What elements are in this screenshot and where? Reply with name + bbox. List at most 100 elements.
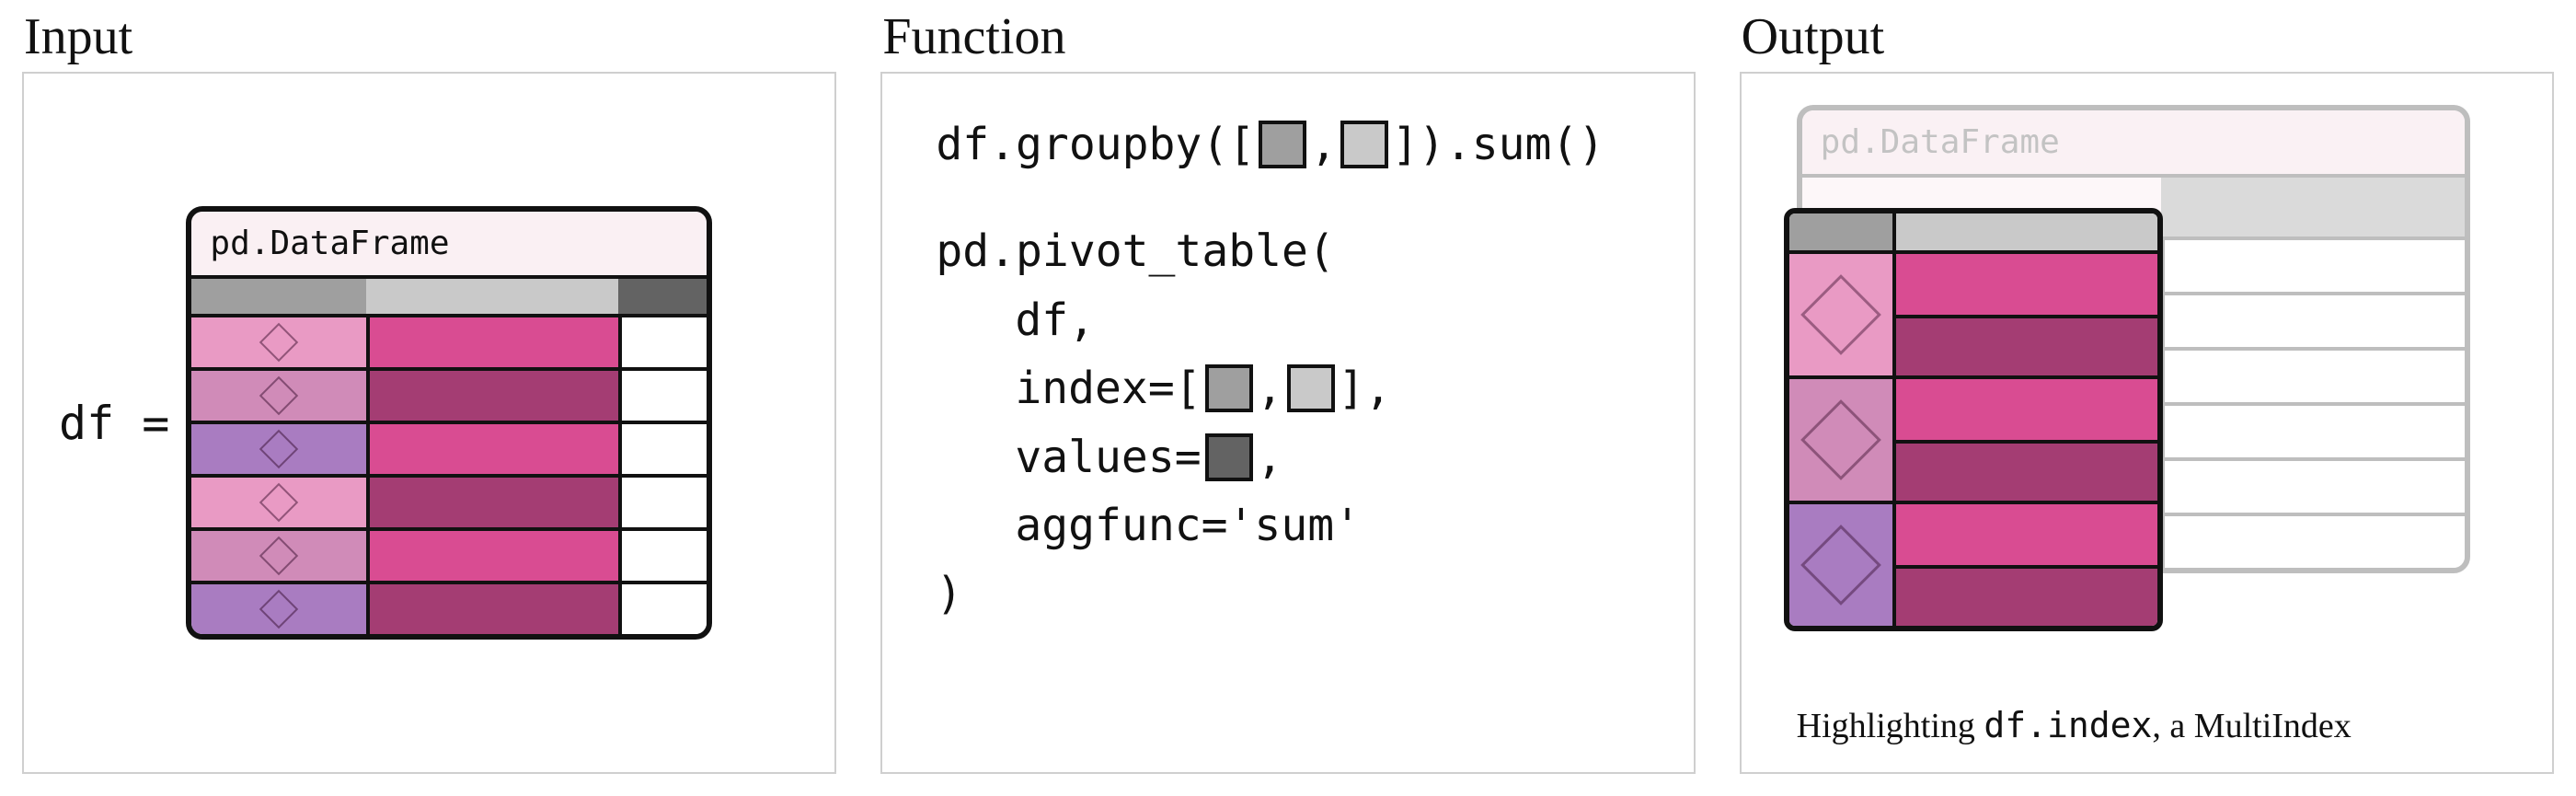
column-placeholder-icon [1205, 433, 1253, 481]
index-group [1789, 250, 2157, 375]
diamond-icon [259, 483, 298, 522]
heading-function: Function [882, 7, 1695, 66]
diamond-icon [259, 376, 298, 415]
index-cell [191, 584, 366, 634]
diamond-icon [1800, 525, 1881, 606]
code-text: df, [1015, 286, 1095, 354]
value-cell [366, 424, 618, 474]
col-function: Function df.groupby([ , ]).sum() pd.pivo… [858, 0, 1717, 796]
value-cell [366, 531, 618, 581]
index-cell [191, 424, 366, 474]
index-group [1789, 501, 2157, 626]
value-cell-blank [618, 424, 707, 474]
value-cell-blank [618, 371, 707, 421]
code-pivot-open: pd.pivot_table( [936, 217, 1656, 285]
output-content: pd.DataFrame [1742, 74, 2552, 772]
bg-cell-right [2161, 406, 2465, 457]
value-cells [1892, 504, 2157, 626]
diamond-icon [259, 430, 298, 468]
value-cell-blank [618, 317, 707, 367]
table-row [191, 421, 707, 474]
code-pivot-index: index=[ , ], [936, 354, 1656, 422]
code-pivot-values: values= , [936, 423, 1656, 491]
value-cell [366, 317, 618, 367]
value-cell [1896, 565, 2157, 629]
output-caption: Highlighting df.index, a MultiIndex [1797, 705, 2352, 746]
code-text: ]).sum() [1392, 110, 1604, 179]
value-cell-blank [618, 584, 707, 634]
code-pivot-close: ) [936, 560, 1656, 628]
value-cell [1896, 315, 2157, 379]
caption-code: df.index [1984, 705, 2152, 745]
code-text: , [1257, 354, 1283, 422]
function-code: df.groupby([ , ]).sum() pd.pivot_table( … [882, 74, 1693, 772]
diamond-icon [1800, 399, 1881, 480]
fg-header-col-2 [1892, 213, 2157, 250]
code-text: aggfunc='sum' [1015, 491, 1361, 560]
diamond-icon [259, 323, 298, 362]
value-cell [366, 371, 618, 421]
value-cell [1896, 379, 2157, 440]
value-cell-blank [618, 478, 707, 527]
bg-cell-right [2161, 461, 2465, 513]
value-cell-blank [618, 531, 707, 581]
diamond-icon [259, 590, 298, 629]
input-dataframe-card: pd.DataFrame [186, 206, 712, 640]
index-cell [191, 317, 366, 367]
code-text: pd.pivot_table( [936, 217, 1334, 285]
header-col-2 [366, 279, 618, 314]
value-cell [366, 584, 618, 634]
table-row [191, 527, 707, 581]
table-row [191, 314, 707, 367]
bg-cell-right [2161, 351, 2465, 402]
value-cell [366, 478, 618, 527]
input-content: df = pd.DataFrame [24, 74, 834, 772]
caption-text: , a MultiIndex [2152, 707, 2351, 745]
heading-output: Output [1742, 7, 2554, 66]
input-dataframe-label: pd.DataFrame [191, 212, 707, 279]
column-placeholder-icon [1259, 121, 1306, 168]
index-cell [1789, 504, 1892, 626]
column-placeholder-icon [1340, 121, 1388, 168]
output-fg-header [1789, 213, 2157, 250]
column-placeholder-icon [1287, 364, 1335, 412]
table-row [191, 367, 707, 421]
value-cells [1892, 254, 2157, 375]
value-cell [1896, 440, 2157, 504]
index-cell [191, 371, 366, 421]
code-text: ) [936, 560, 962, 628]
header-col-3 [618, 279, 707, 314]
code-text: , [1257, 423, 1283, 491]
bg-cell-right [2161, 295, 2465, 347]
table-row [191, 581, 707, 634]
panel-output: pd.DataFrame [1740, 72, 2554, 774]
caption-text: Highlighting [1797, 707, 1984, 745]
heading-input: Input [24, 7, 836, 66]
triptych: Input df = pd.DataFrame Function [0, 0, 2576, 796]
col-input: Input df = pd.DataFrame [0, 0, 858, 796]
index-group [1789, 375, 2157, 501]
code-text: index=[ [1015, 354, 1201, 422]
bg-cell-right [2161, 240, 2465, 292]
code-text: , [1310, 110, 1337, 179]
code-text: df.groupby([ [936, 110, 1255, 179]
bg-cell-right [2161, 516, 2465, 568]
code-groupby: df.groupby([ , ]).sum() [936, 110, 1656, 179]
table-row [191, 474, 707, 527]
output-dataframe-label: pd.DataFrame [1802, 110, 2465, 178]
panel-input: df = pd.DataFrame [22, 72, 836, 774]
value-cell [1896, 254, 2157, 315]
input-dataframe-body [191, 314, 707, 634]
index-cell [1789, 379, 1892, 501]
panel-function: df.groupby([ , ]).sum() pd.pivot_table( … [880, 72, 1695, 774]
fg-header-col-1 [1789, 213, 1892, 250]
col-output: Output pd.DataFrame [1718, 0, 2576, 796]
input-dataframe-header [191, 279, 707, 314]
df-assignment: df = [59, 397, 169, 450]
value-cell [1896, 504, 2157, 565]
bg-header-right [2161, 178, 2465, 236]
output-fg-body [1789, 250, 2157, 626]
index-cell [191, 478, 366, 527]
output-multiindex-highlight [1784, 208, 2163, 631]
output-stage: pd.DataFrame [1797, 105, 2497, 686]
